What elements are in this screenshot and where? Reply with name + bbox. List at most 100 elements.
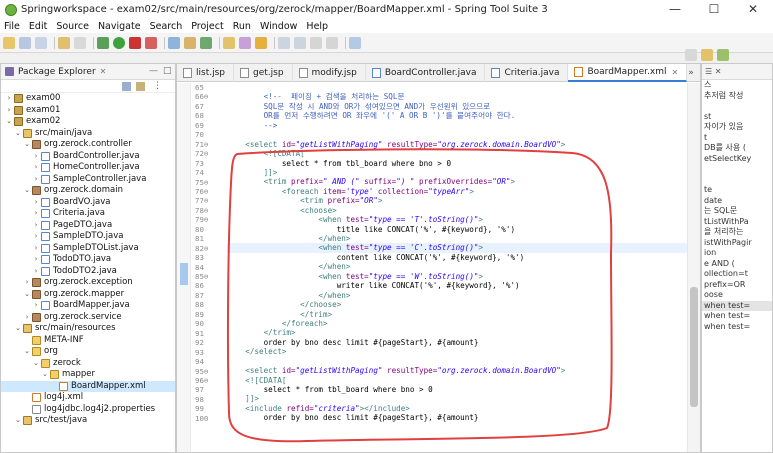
close-window-button[interactable]: ✕ xyxy=(733,0,773,19)
outline-item[interactable]: ion xyxy=(702,248,772,259)
menu-run[interactable]: Run xyxy=(233,21,251,32)
menu-project[interactable]: Project xyxy=(191,21,224,32)
outline-item[interactable]: st xyxy=(702,112,772,123)
outline-item[interactable]: 추저럼 작성 xyxy=(702,91,772,102)
collapsed-chevron-icon[interactable]: › xyxy=(5,105,13,117)
outline-item[interactable]: prefix=OR xyxy=(702,280,772,291)
collapsed-chevron-icon[interactable]: › xyxy=(32,220,40,232)
collapsed-chevron-icon[interactable]: › xyxy=(32,208,40,220)
menu-search[interactable]: Search xyxy=(150,21,183,32)
outline-item[interactable]: 는 SQL문 xyxy=(702,206,772,217)
collapsed-chevron-icon[interactable]: › xyxy=(23,312,31,324)
tree-item[interactable]: log4jdbc.log4j2.properties xyxy=(1,404,175,416)
run-icon[interactable] xyxy=(113,36,125,49)
outline-view-tab[interactable]: ☰ ✕ xyxy=(702,64,772,80)
menu-help[interactable]: Help xyxy=(306,21,328,32)
terminal-icon[interactable] xyxy=(74,36,86,49)
back-icon[interactable] xyxy=(310,36,322,49)
link-editor-icon[interactable] xyxy=(136,82,145,91)
collapsed-chevron-icon[interactable]: › xyxy=(23,277,31,289)
menu-source[interactable]: Source xyxy=(56,21,89,32)
maximize-button[interactable]: ☐ xyxy=(694,0,734,19)
collapsed-chevron-icon[interactable]: › xyxy=(32,231,40,243)
tree-item[interactable]: ⌄ exam02 xyxy=(1,116,175,128)
scrollbar-thumb[interactable] xyxy=(690,287,698,407)
save-all-icon[interactable] xyxy=(35,36,47,49)
outline-item[interactable]: when test= xyxy=(702,300,772,311)
outline-item[interactable]: 자이가 있음 xyxy=(702,122,772,133)
tab-overflow-button[interactable]: » xyxy=(682,64,700,82)
tree-item[interactable]: ⌄ src/test/java xyxy=(1,415,175,427)
tree-item[interactable]: log4j.xml xyxy=(1,392,175,404)
toggle-mark-icon[interactable] xyxy=(255,36,267,49)
vertical-scrollbar[interactable] xyxy=(687,83,700,452)
tree-item[interactable]: › org.zerock.service xyxy=(1,312,175,324)
tree-item[interactable]: ⌄ org.zerock.domain xyxy=(1,185,175,197)
tree-item[interactable]: › exam00 xyxy=(1,93,175,105)
collapsed-chevron-icon[interactable]: › xyxy=(32,300,40,312)
close-tab-icon[interactable]: ✕ xyxy=(671,68,678,77)
editor-tab[interactable]: list.jsp xyxy=(177,64,234,82)
tree-item[interactable]: ⌄ org.zerock.controller xyxy=(1,139,175,151)
search-icon[interactable] xyxy=(685,49,697,61)
tree-item[interactable]: › TodoDTO2.java xyxy=(1,266,175,278)
collapsed-chevron-icon[interactable]: › xyxy=(32,254,40,266)
maximize-view-icon[interactable]: □ xyxy=(163,66,172,76)
outline-item[interactable] xyxy=(702,164,772,175)
open-folder-icon[interactable] xyxy=(223,36,235,49)
outline-item[interactable] xyxy=(702,101,772,112)
expanded-chevron-icon[interactable]: ⌄ xyxy=(23,289,31,301)
expanded-chevron-icon[interactable]: ⌄ xyxy=(32,358,40,370)
tree-item[interactable]: › PageDTO.java xyxy=(1,220,175,232)
tree-item[interactable]: ⌄ org xyxy=(1,346,175,358)
expanded-chevron-icon[interactable]: ⌄ xyxy=(41,369,49,381)
outline-item[interactable]: when test= xyxy=(702,322,772,333)
expanded-chevron-icon[interactable]: ⌄ xyxy=(14,323,22,335)
expanded-chevron-icon[interactable]: ⌄ xyxy=(23,185,31,197)
collapsed-chevron-icon[interactable]: › xyxy=(32,197,40,209)
outline-item[interactable]: 을 처리하는 xyxy=(702,227,772,238)
tree-item[interactable]: › BoardVO.java xyxy=(1,197,175,209)
tree-item[interactable]: › HomeController.java xyxy=(1,162,175,174)
outline-item[interactable]: t xyxy=(702,133,772,144)
minimize-button[interactable]: — xyxy=(655,0,695,19)
tree-item[interactable]: ⌄ mapper xyxy=(1,369,175,381)
tree-item[interactable]: › SampleDTOList.java xyxy=(1,243,175,255)
outline-item[interactable]: etSelectKey xyxy=(702,154,772,165)
tree-item[interactable]: › exam01 xyxy=(1,105,175,117)
expanded-chevron-icon[interactable]: ⌄ xyxy=(23,139,31,151)
code-editor[interactable]: 65 66⊖ 67 68 69 70 71⊖ 72⊖ 73 74 75⊖ 76⊖ 77⊖ 78⊖ 79⊖ 80… xyxy=(177,83,688,452)
tree-item[interactable]: ⌄ src/main/java xyxy=(1,128,175,140)
annotation-icon[interactable] xyxy=(239,36,251,49)
tree-item[interactable]: › TodoDTO.java xyxy=(1,254,175,266)
outline-item[interactable]: te xyxy=(702,185,772,196)
tree-item[interactable]: ⌄ zerock xyxy=(1,358,175,370)
outline-item[interactable] xyxy=(702,175,772,186)
menu-navigate[interactable]: Navigate xyxy=(98,21,141,32)
outline-item[interactable]: date xyxy=(702,196,772,207)
outline-item[interactable]: e AND ( xyxy=(702,259,772,270)
new-class-icon[interactable] xyxy=(200,36,212,49)
collapsed-chevron-icon[interactable]: › xyxy=(5,93,13,105)
tree-item[interactable]: ⌄ org.zerock.mapper xyxy=(1,289,175,301)
minimize-view-icon[interactable]: — xyxy=(149,66,158,76)
view-menu-icon[interactable]: ⋮ xyxy=(153,81,162,91)
collapsed-chevron-icon[interactable]: › xyxy=(32,174,40,186)
tree-item[interactable]: › Criteria.java xyxy=(1,208,175,220)
tree-item[interactable]: › BoardMapper.java xyxy=(1,300,175,312)
close-icon[interactable]: ✕ xyxy=(100,67,107,76)
prev-annotation-icon[interactable] xyxy=(294,36,306,49)
forward-icon[interactable] xyxy=(326,36,338,49)
tree-item[interactable]: ⌄ src/main/resources xyxy=(1,323,175,335)
collapsed-chevron-icon[interactable]: › xyxy=(32,266,40,278)
tree-item[interactable]: › BoardController.java xyxy=(1,151,175,163)
expanded-chevron-icon[interactable]: ⌄ xyxy=(14,415,22,427)
outline-item[interactable]: DB를 사용 ( xyxy=(702,143,772,154)
expanded-chevron-icon[interactable]: ⌄ xyxy=(5,116,13,128)
outline-item[interactable]: 스 xyxy=(702,80,772,91)
menu-edit[interactable]: Edit xyxy=(29,21,47,32)
save-icon[interactable] xyxy=(19,36,31,49)
perspective-icon[interactable] xyxy=(349,36,361,49)
debug-icon[interactable] xyxy=(97,36,109,49)
outline-item[interactable]: istWithPagir xyxy=(702,238,772,249)
